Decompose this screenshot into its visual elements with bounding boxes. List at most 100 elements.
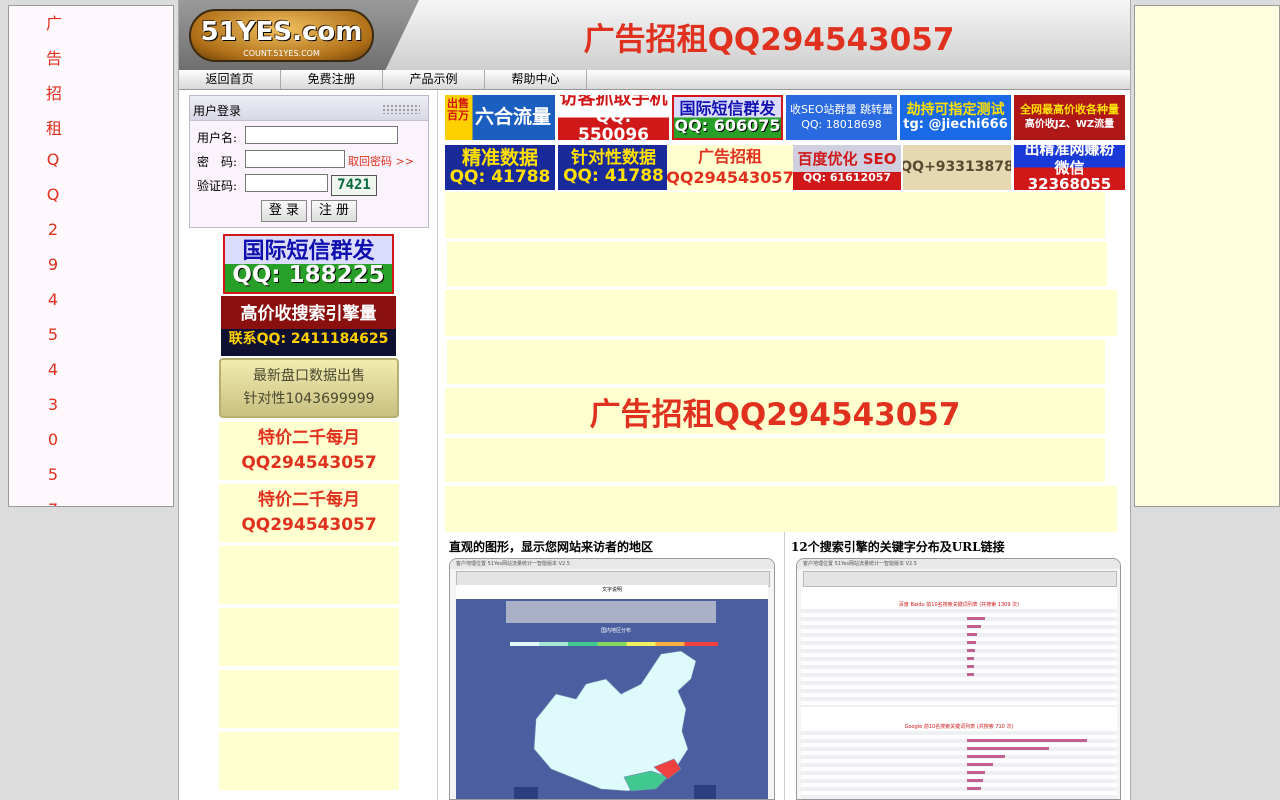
top-ad-precise-data[interactable]: 精准数据 QQ: 41788: [445, 145, 555, 190]
ad-slot[interactable]: [445, 192, 1105, 238]
keywords-baidu-table: [801, 609, 1117, 707]
keywords-screenshot[interactable]: 客户地理位置 51Yes网站流量统计一智能版本 V2.5 百度 Baidu 前1…: [796, 558, 1121, 800]
register-button[interactable]: 注 册: [311, 200, 357, 222]
vertical-ad-char: 招: [46, 84, 63, 103]
top-ad-visitor-phone[interactable]: 访客抓取手机 QQ: 550096: [558, 95, 669, 140]
top-ad-hijack[interactable]: 劫持可指定测试 tg: @jiechi666: [900, 95, 1011, 140]
ad-slot[interactable]: [445, 290, 1117, 336]
keywords-shot-baidu-title: 百度 Baidu 前10名搜索关键词列表 (共搜索 1309 次): [898, 602, 1020, 608]
map-screenshot[interactable]: 客户地理位置 51Yes网站流量统计一智能版本 V2.5 文字说明 国内地区分布: [449, 558, 775, 800]
ad-slot[interactable]: [445, 438, 1105, 482]
header: 51YES.com COUNT.51YES.COM 广告招租QQ29454305…: [179, 0, 1130, 71]
top-ad-fans-contact: 微信32368055: [1027, 159, 1112, 190]
keyword-bar: [967, 665, 974, 668]
left-ad-search-traffic[interactable]: 高价收搜索引擎量 联系QQ: 2411184625: [221, 296, 396, 356]
nav-examples[interactable]: 产品示例: [383, 70, 485, 89]
login-title: 用户登录: [193, 104, 242, 118]
keyword-bar: [967, 641, 976, 644]
vertical-ad-char: Q: [46, 150, 60, 169]
top-ad-liuhe[interactable]: 出售 百万 六合流量: [445, 95, 555, 140]
top-ad-visitor-phone-contact: QQ: 550096: [578, 107, 649, 140]
china-map-icon: [514, 650, 716, 799]
captcha-label: 验证码:: [197, 179, 238, 193]
keywords-shot-google-title: Google 前10名搜索关键词列表 (共搜索 710 次): [904, 724, 1014, 730]
column-divider: [437, 90, 438, 800]
top-ad-targeted-data-contact: QQ: 41788: [563, 165, 664, 186]
vertical-ad-char: 7: [46, 500, 60, 506]
username-label: 用户名:: [197, 131, 238, 145]
ad-slot[interactable]: [445, 486, 1117, 532]
top-ad-baidu-seo-title: 百度优化 SEO: [797, 149, 897, 168]
left-ad-search-traffic-contact: 联系QQ: 2411184625: [228, 330, 389, 347]
vertical-ad-char: 0: [47, 430, 59, 449]
keyword-bar: [967, 649, 975, 652]
map-caption: 直观的图形，显示您网站来访者的地区: [449, 540, 654, 554]
password-label: 密 码:: [197, 155, 238, 169]
left-ad-sms[interactable]: 国际短信群发 QQ: 188225: [223, 234, 394, 294]
nav-home[interactable]: 返回首页: [179, 70, 281, 89]
top-ad-fans[interactable]: 出精准网赚粉 微信32368055: [1014, 145, 1125, 190]
password-input[interactable]: [245, 150, 345, 168]
left-ad-slot[interactable]: [219, 732, 399, 790]
top-ad-qq-contact[interactable]: QQ+93313878: [903, 145, 1011, 190]
top-ad-rent[interactable]: 广告招租 QQ294543057: [667, 145, 793, 190]
top-ad-rent-title: 广告招租: [697, 146, 762, 166]
keyword-bar: [967, 657, 974, 660]
left-ad-market-data[interactable]: 最新盘口数据出售 针对性1043699999: [219, 358, 399, 418]
nav-help[interactable]: 帮助中心: [485, 70, 587, 89]
keyword-bar: [967, 763, 993, 766]
left-ad-slot[interactable]: [219, 546, 399, 604]
ad-slot[interactable]: [447, 340, 1105, 384]
header-ad-text[interactable]: 广告招租QQ294543057: [579, 14, 959, 59]
top-ad-high-price[interactable]: 全网最高价收各种量 高价收JZ、WZ流量: [1014, 95, 1125, 140]
keywords-caption: 12个搜索引擎的关键字分布及URL链接: [791, 540, 1005, 554]
left-ad-market-data-contact: 针对性1043699999: [243, 391, 375, 407]
left-ad-search-traffic-title: 高价收搜索引擎量: [240, 303, 377, 324]
right-side-ad[interactable]: [1134, 5, 1280, 507]
top-ad-targeted-data-title: 针对性数据: [571, 147, 656, 168]
left-ad-market-data-title: 最新盘口数据出售: [253, 368, 365, 385]
keyword-bar: [967, 787, 981, 790]
top-ad-targeted-data[interactable]: 针对性数据 QQ: 41788: [558, 145, 669, 190]
keywords-shot-title: 客户地理位置 51Yes网站流量统计一智能版本 V2.5: [797, 559, 1120, 569]
top-ad-sms[interactable]: 国际短信群发 QQ: 606075: [672, 95, 783, 140]
left-ad-special-2-contact: QQ294543057: [241, 514, 377, 535]
login-panel: 用户登录 用户名: 密 码: 取回密码 >> 验证码: 7421 登 录 注 册: [189, 95, 429, 228]
left-ad-special-2[interactable]: 特价二千每月 QQ294543057: [219, 484, 399, 542]
keyword-bar: [967, 617, 985, 620]
left-ad-slot[interactable]: [219, 670, 399, 728]
keyword-bar: [967, 779, 983, 782]
top-ad-liuhe-text: 六合流量: [474, 105, 551, 128]
forgot-password-link[interactable]: 取回密码 >>: [348, 153, 414, 169]
keywords-shot-toolbar: [803, 571, 1117, 587]
left-ad-slot[interactable]: [219, 608, 399, 666]
left-ad-special-1-contact: QQ294543057: [241, 452, 377, 473]
vertical-ad-char: Q: [46, 185, 60, 204]
top-ad-liuhe-title: 出售 百万: [447, 97, 469, 122]
nav-register[interactable]: 免费注册: [281, 70, 383, 89]
login-header: 用户登录: [190, 96, 428, 121]
vertical-ad-char: 4: [47, 360, 59, 379]
left-vertical-ad[interactable]: 广告招租QQ294543057: [8, 5, 174, 507]
logo-subtext: COUNT.51YES.COM: [243, 49, 320, 58]
vertical-ad-char: 广: [46, 14, 63, 33]
map-shot-canvas: 国内地区分布: [456, 599, 768, 799]
ad-slot[interactable]: [447, 242, 1107, 286]
top-ad-high-price-contact: 高价收JZ、WZ流量: [1024, 119, 1115, 131]
center-ad[interactable]: 广告招租QQ294543057: [445, 388, 1105, 434]
drag-grip-icon: [382, 104, 420, 114]
top-ad-precise-data-title: 精准数据: [461, 146, 538, 169]
username-input[interactable]: [245, 126, 398, 144]
main-content: 51YES.com COUNT.51YES.COM 广告招租QQ29454305…: [178, 0, 1131, 800]
captcha-input[interactable]: [245, 174, 328, 192]
keyword-bar: [967, 625, 981, 628]
login-button[interactable]: 登 录: [261, 200, 307, 222]
top-ad-seo-traffic-contact: QQ: 18018698: [801, 118, 882, 131]
vertical-ad-char: 告: [46, 49, 63, 68]
top-ad-baidu-seo[interactable]: 百度优化 SEO QQ: 61612057: [793, 145, 901, 190]
left-ad-special-1[interactable]: 特价二千每月 QQ294543057: [219, 422, 399, 480]
nav-bar: 返回首页 免费注册 产品示例 帮助中心: [179, 70, 1130, 90]
top-ad-seo-traffic[interactable]: 收SEO站群量 跳转量 QQ: 18018698: [786, 95, 897, 140]
captcha-image: 7421: [331, 175, 377, 196]
site-logo[interactable]: 51YES.com COUNT.51YES.COM: [189, 9, 374, 62]
